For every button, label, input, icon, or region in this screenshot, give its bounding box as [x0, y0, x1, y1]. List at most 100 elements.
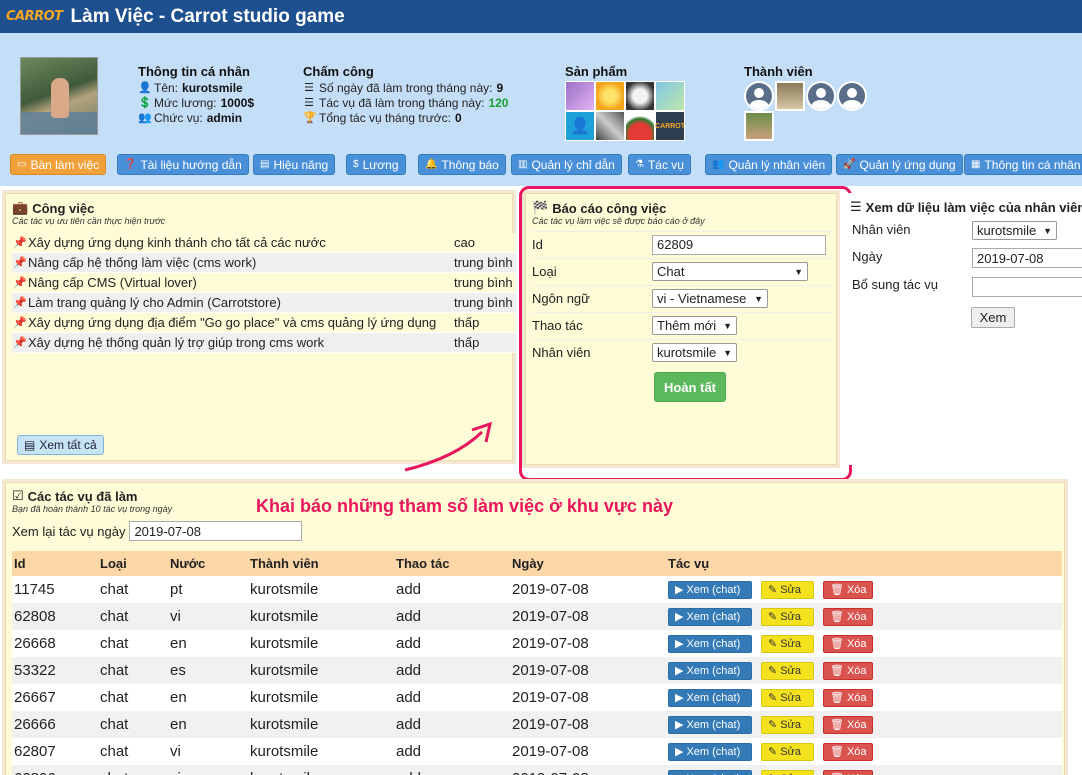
- member-extra-field[interactable]: [972, 277, 1082, 297]
- edit-button[interactable]: ✎Sửa: [761, 580, 814, 599]
- cell-type: chat: [100, 716, 129, 733]
- list-item[interactable]: 📌 Nâng cấp hệ thống làm việc (cms work) tr…: [12, 253, 516, 273]
- table-row: 26668 chat en kurotsmile add 2019-07-08 ▶ Xem (…: [12, 630, 1062, 657]
- nav-tasks[interactable]: ⚗ Tác vụ: [628, 154, 691, 175]
- pencil-icon: ✎: [768, 719, 778, 731]
- view-chat-button[interactable]: ▶Xem (chat): [668, 661, 752, 680]
- edit-button[interactable]: ✎Sửa: [761, 607, 814, 626]
- product-thumb[interactable]: [595, 81, 625, 111]
- nav-docs[interactable]: ❓ Tài liệu hướng dẫn: [117, 154, 249, 175]
- delete-button[interactable]: 🗑Xóa: [823, 715, 873, 734]
- play-icon: ▶: [675, 584, 684, 596]
- cell-action: add: [396, 689, 422, 706]
- salary-label: Mức lương:: [154, 96, 217, 110]
- view-all-button[interactable]: ▤ Xem tất cả: [17, 435, 104, 455]
- list-icon: ☰: [304, 97, 314, 109]
- delete-button[interactable]: 🗑Xóa: [823, 634, 873, 653]
- list-icon: ☰: [304, 82, 314, 94]
- row-actions: ▶Xem (chat) ✎Sửa 🗑Xóa: [668, 634, 968, 653]
- submit-button[interactable]: Hoàn tất: [654, 372, 726, 402]
- cell-type: chat: [100, 743, 129, 760]
- view-chat-button[interactable]: ▶Xem (chat): [668, 742, 752, 761]
- pencil-icon: ✎: [768, 584, 778, 596]
- list-item[interactable]: 📌 Xây dựng ứng dụng địa điểm "Go go place…: [12, 313, 516, 333]
- report-header: 🏁 Báo cáo công việc Các tác vụ làm việc s…: [526, 194, 836, 226]
- edit-button[interactable]: ✎Sửa: [761, 688, 814, 707]
- product-thumb[interactable]: CARROT: [655, 111, 685, 141]
- member-avatar[interactable]: [806, 81, 836, 111]
- list-item[interactable]: 📌 Xây dựng ứng dụng kinh thánh cho tất cả…: [12, 233, 516, 253]
- edit-button[interactable]: ✎Sửa: [761, 661, 814, 680]
- view-chat-button[interactable]: ▶Xem (chat): [668, 634, 752, 653]
- nav-staff[interactable]: 👥 Quản lý nhân viên: [705, 154, 833, 175]
- edit-button[interactable]: ✎Sửa: [761, 715, 814, 734]
- member-staff-select[interactable]: kurotsmile ▼: [972, 221, 1057, 240]
- view-chat-button[interactable]: ▶Xem (chat): [668, 607, 752, 626]
- view-chat-button[interactable]: ▶Xem (chat): [668, 769, 752, 775]
- delete-button[interactable]: 🗑Xóa: [823, 607, 873, 626]
- staff-select[interactable]: kurotsmile ▼: [652, 343, 737, 362]
- coin-icon: 💲: [138, 97, 152, 109]
- nav-salary[interactable]: $ Lương: [346, 154, 406, 175]
- nav-desk[interactable]: ▭ Bàn làm việc: [10, 154, 107, 175]
- member-avatar[interactable]: [744, 111, 774, 141]
- avatar[interactable]: [20, 57, 98, 135]
- member-avatar[interactable]: [837, 81, 867, 111]
- table-row: 11745 chat pt kurotsmile add 2019-07-08 ▶ Xem (…: [12, 576, 1062, 603]
- member-staff-value: kurotsmile: [977, 223, 1037, 238]
- list-item[interactable]: 📌 Xây dựng hệ thống quản lý trợ giúp tron…: [12, 333, 516, 353]
- list-item[interactable]: 📌 Làm trang quảng lý cho Admin (Carrotsto…: [12, 293, 516, 313]
- product-thumb[interactable]: [595, 111, 625, 141]
- delete-button[interactable]: 🗑Xóa: [823, 769, 873, 775]
- type-select[interactable]: Chat ▼: [652, 262, 808, 281]
- nav-notifications[interactable]: 🔔 Thông báo: [418, 154, 506, 175]
- view-chat-button[interactable]: ▶Xem (chat): [668, 688, 752, 707]
- language-select[interactable]: vi - Vietnamese ▼: [652, 289, 768, 308]
- member-avatar[interactable]: [744, 81, 774, 111]
- edit-button-label: Sửa: [780, 664, 802, 677]
- member-data-title: Xem dữ liệu làm việc của nhân viên: [865, 199, 1082, 215]
- nav-apps[interactable]: 🚀 Quản lý ứng dụng: [836, 154, 963, 175]
- nav-guides[interactable]: ▥ Quản lý chỉ dẫn: [511, 154, 622, 175]
- product-thumb[interactable]: 👤: [565, 111, 595, 141]
- product-thumb[interactable]: [625, 111, 655, 141]
- member-date-field[interactable]: 2019-07-08: [972, 248, 1082, 268]
- play-icon: ▶: [675, 665, 684, 677]
- id-field[interactable]: 62809: [652, 234, 826, 255]
- view-chat-button[interactable]: ▶Xem (chat): [668, 580, 752, 599]
- product-thumb[interactable]: [565, 81, 595, 111]
- products-block: Sản phẩm 👤 CARROT: [565, 64, 685, 141]
- col-header: Nước: [170, 556, 206, 571]
- delete-button[interactable]: 🗑Xóa: [823, 688, 873, 707]
- list-icon: ▤: [24, 438, 36, 452]
- view-chat-button[interactable]: ▶Xem (chat): [668, 715, 752, 734]
- cell-date: 2019-07-08: [512, 662, 589, 679]
- row-actions: ▶Xem (chat) ✎Sửa 🗑Xóa: [668, 661, 968, 680]
- cell-type: chat: [100, 662, 129, 679]
- member-view-button[interactable]: Xem: [971, 307, 1015, 328]
- trash-icon: 🗑: [830, 692, 844, 704]
- days-value: 9: [496, 81, 504, 95]
- nav-performance[interactable]: ▤ Hiệu năng: [253, 154, 336, 175]
- edit-button[interactable]: ✎Sửa: [761, 769, 814, 775]
- play-icon: ▶: [675, 746, 684, 758]
- delete-button-label: Xóa: [846, 583, 867, 596]
- pin-icon: 📌: [13, 337, 27, 349]
- delete-button[interactable]: 🗑Xóa: [823, 742, 873, 761]
- delete-button[interactable]: 🗑Xóa: [823, 580, 873, 599]
- edit-button[interactable]: ✎Sửa: [761, 742, 814, 761]
- nav-profile[interactable]: ▦ Thông tin cá nhân: [964, 154, 1082, 175]
- pencil-icon: ✎: [768, 638, 778, 650]
- title-bar: CARROT Làm Việc - Carrot studio game: [0, 0, 1082, 33]
- delete-button[interactable]: 🗑Xóa: [823, 661, 873, 680]
- edit-button[interactable]: ✎Sửa: [761, 634, 814, 653]
- member-avatar[interactable]: [775, 81, 805, 111]
- col-header: Tác vụ: [668, 556, 710, 571]
- action-select[interactable]: Thêm mới ▼: [652, 316, 737, 335]
- users-icon: 👥: [138, 112, 152, 124]
- carrot-logo[interactable]: CARROT: [6, 9, 63, 24]
- product-thumb[interactable]: [655, 81, 685, 111]
- list-item[interactable]: 📌 Nâng cấp CMS (Virtual lover) trung bình: [12, 273, 516, 293]
- product-thumb[interactable]: [625, 81, 655, 111]
- recheck-date-field[interactable]: 2019-07-08: [129, 521, 303, 541]
